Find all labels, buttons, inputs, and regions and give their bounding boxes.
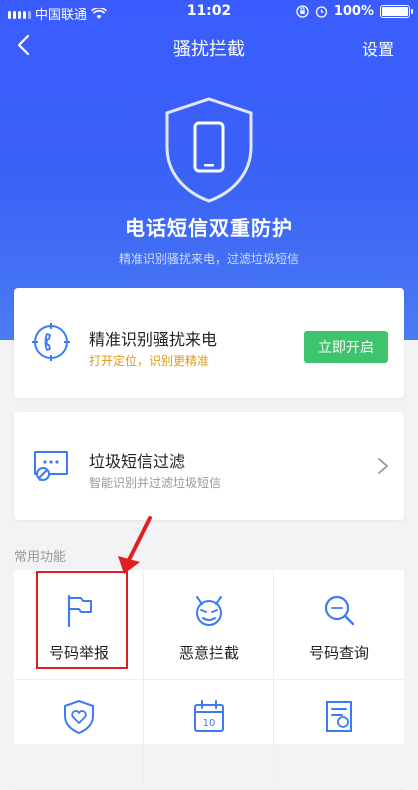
calendar-icon: 10	[194, 700, 224, 732]
heart-shield-icon	[64, 700, 94, 734]
card-subtitle: 智能识别并过滤垃圾短信	[89, 476, 222, 490]
grid-item-label: 号码查询	[308, 644, 369, 662]
grid-item-6[interactable]	[274, 680, 404, 790]
card-title: 垃圾短信过滤	[89, 452, 186, 471]
chevron-right-icon[interactable]	[376, 456, 390, 476]
highlight-box	[36, 571, 128, 669]
call-identification-card[interactable]: 精准识别骚扰来电 打开定位，识别更精准 立即开启	[14, 288, 404, 398]
enable-now-button[interactable]: 立即开启	[304, 331, 388, 363]
search-icon	[324, 595, 355, 626]
navigation-bar: 骚扰拦截 设置	[0, 24, 418, 68]
card-title: 精准识别骚扰来电	[89, 330, 218, 349]
spam-sms-filter-card[interactable]: 垃圾短信过滤 智能识别并过滤垃圾短信	[14, 412, 404, 520]
battery-percent: 100%	[333, 4, 374, 19]
grid-item-5[interactable]: 10	[144, 680, 274, 790]
grid-item-4[interactable]	[14, 680, 144, 790]
phone-location-icon	[32, 323, 70, 361]
sms-block-icon	[34, 451, 68, 481]
grid-item-label: 恶意拦截	[178, 644, 239, 662]
card-subtitle: 打开定位，识别更精准	[89, 354, 210, 368]
hero-title: 电话短信双重防护	[125, 216, 293, 240]
svg-text:10: 10	[203, 718, 216, 729]
devil-icon	[196, 596, 222, 626]
status-bar: 中国联通 11:02 100%	[0, 0, 418, 24]
annotation-arrow-icon	[118, 516, 152, 574]
grid-item-number-lookup[interactable]: 号码查询	[274, 570, 404, 680]
settings-link[interactable]: 设置	[362, 36, 394, 60]
grid-item-malicious-block[interactable]: 恶意拦截	[144, 570, 274, 680]
alarm-icon	[315, 6, 327, 18]
page-title: 骚扰拦截	[173, 39, 245, 60]
hero-subtitle: 精准识别骚扰来电，过滤垃圾短信	[118, 252, 299, 266]
rotation-lock-icon	[296, 5, 309, 18]
phone-shield-icon	[165, 97, 253, 203]
section-label: 常用功能	[14, 550, 67, 565]
battery-icon	[380, 5, 413, 18]
document-stamp-icon	[326, 701, 352, 732]
